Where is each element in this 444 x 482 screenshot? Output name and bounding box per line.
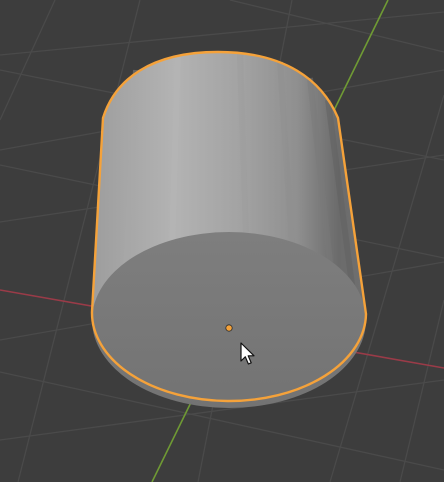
viewport-scene[interactable] bbox=[0, 0, 444, 482]
object-origin-point[interactable] bbox=[225, 324, 233, 332]
cylinder-object[interactable] bbox=[90, 50, 368, 408]
3d-viewport[interactable] bbox=[0, 0, 444, 482]
cylinder-bottom-cap bbox=[92, 232, 366, 408]
